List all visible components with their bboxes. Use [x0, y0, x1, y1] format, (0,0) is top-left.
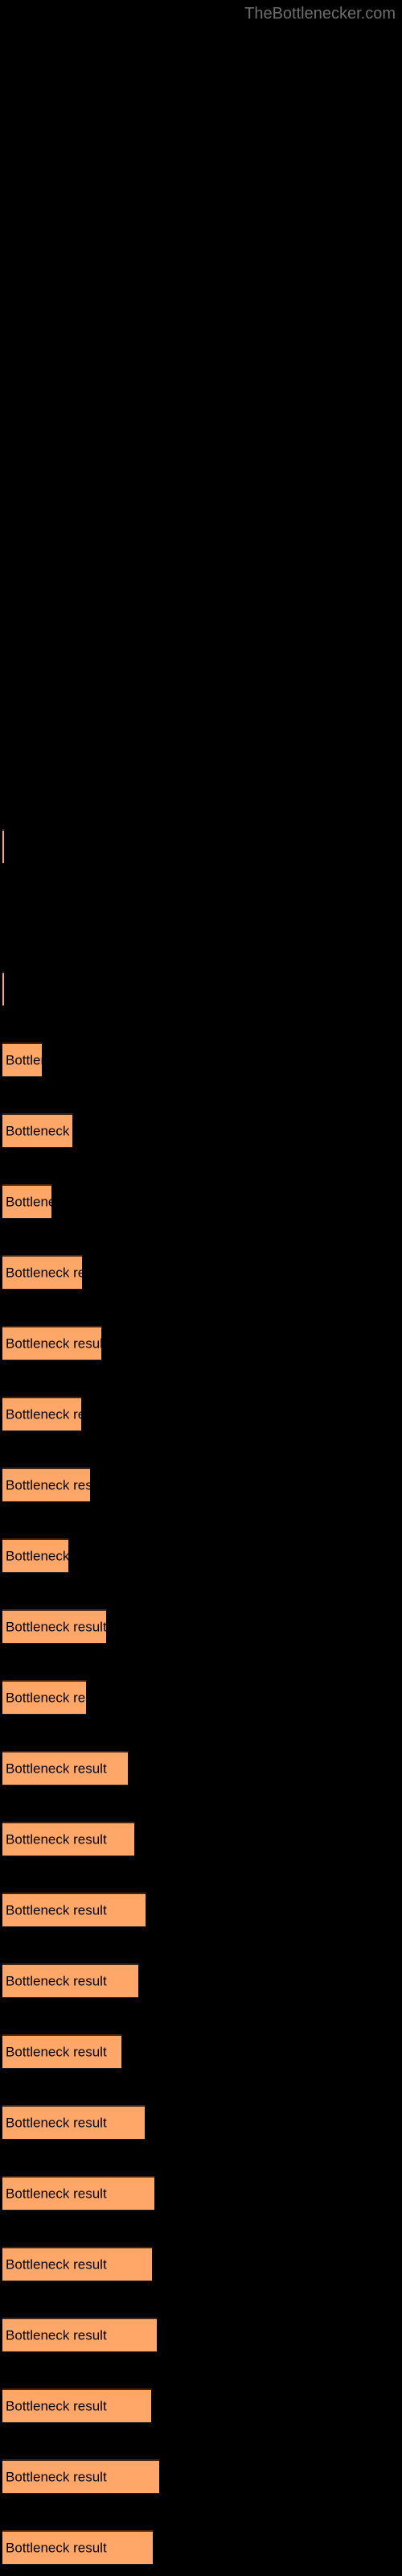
bar-row: Bottleneck result — [0, 1751, 402, 1785]
bar-label: Bottleneck result — [6, 1194, 51, 1210]
bar-label: Bottleneck result — [6, 1619, 107, 1635]
bar-row: Bottleneck result — [0, 2459, 402, 2494]
bar-row: Bottleneck result — [0, 1680, 402, 1715]
bar-label: Bottleneck result — [6, 1690, 86, 1706]
bar-row: Bottleneck result — [0, 2176, 402, 2211]
bar-label: Bottleneck result — [6, 1477, 91, 1493]
bar-row: Bottleneck result — [0, 1326, 402, 1360]
bar[interactable]: Bottleneck result — [2, 1042, 43, 1077]
bar-row: Bottleneck result — [0, 1468, 402, 1502]
bar[interactable]: Bottleneck result — [2, 1963, 139, 1998]
bar[interactable]: Bottleneck result — [2, 1397, 82, 1431]
bar-row: Bottleneck result — [0, 829, 402, 864]
bar-row: Bottleneck result — [0, 1042, 402, 1077]
bar[interactable]: Bottleneck result — [2, 1113, 73, 1148]
bar-row: Bottleneck result — [0, 2318, 402, 2352]
bar-label: Bottleneck result — [6, 2044, 107, 2060]
bar-row: Bottleneck result — [0, 1184, 402, 1219]
bottleneck-bar-chart: Bottleneck result Bottleneck result Bottle… — [0, 0, 402, 2576]
bar[interactable]: Bottleneck result — [2, 2388, 152, 2423]
bar[interactable]: Bottleneck result — [2, 2105, 146, 2140]
bar[interactable]: Bottleneck result — [2, 2318, 158, 2352]
bar[interactable]: Bottleneck result — [2, 2530, 154, 2565]
bar[interactable]: Bottleneck result — [2, 1468, 91, 1502]
bar-label: Bottleneck result — [6, 1973, 107, 1989]
bar-row: Bottleneck result — [0, 2105, 402, 2140]
bar-row: Bottleneck result — [0, 1893, 402, 1927]
bar[interactable]: Bottleneck result — [2, 2176, 155, 2211]
bar[interactable]: Bottleneck result — [2, 1680, 87, 1715]
bar[interactable]: Bottleneck result — [2, 1326, 102, 1360]
bar[interactable]: Bottleneck result — [2, 1822, 135, 1856]
bar-row: Bottleneck result — [0, 1822, 402, 1856]
bar-label: Bottleneck result — [6, 2469, 107, 2485]
bar-label: Bottleneck result — [6, 1335, 102, 1352]
bar[interactable]: Bottleneck result — [2, 829, 5, 864]
bar[interactable]: Bottleneck result — [2, 972, 5, 1006]
bar[interactable]: Bottleneck result — [2, 2459, 160, 2494]
bar-label: Bottleneck result — [6, 2540, 107, 2556]
bar-label: Bottleneck result — [6, 1052, 42, 1068]
bar[interactable]: Bottleneck result — [2, 1609, 107, 1644]
bar-row: Bottleneck result — [0, 1255, 402, 1290]
bar-row: Bottleneck result — [0, 2034, 402, 2069]
bar-label: Bottleneck result — [6, 1548, 69, 1564]
bar[interactable]: Bottleneck result — [2, 1255, 83, 1290]
bar[interactable]: Bottleneck result — [2, 2034, 122, 2069]
bar[interactable]: Bottleneck result — [2, 1184, 52, 1219]
bar-row: Bottleneck result — [0, 1538, 402, 1573]
bar-label: Bottleneck result — [6, 2327, 107, 2343]
bar-label: Bottleneck result — [6, 2186, 107, 2202]
bar-label: Bottleneck result — [6, 2398, 107, 2414]
bar[interactable]: Bottleneck result — [2, 2247, 153, 2281]
bar-label: Bottleneck result — [6, 1902, 107, 1918]
bar-row: Bottleneck result — [0, 972, 402, 1006]
bar-row: Bottleneck result — [0, 1609, 402, 1644]
bar-label: Bottleneck result — [6, 2115, 107, 2131]
bar-row: Bottleneck result — [0, 1963, 402, 1998]
bar[interactable]: Bottleneck result — [2, 1893, 146, 1927]
bar-row: Bottleneck result — [0, 2388, 402, 2423]
bar-label: Bottleneck result — [6, 1831, 107, 1847]
bar-row: Bottleneck result — [0, 1397, 402, 1431]
bar-label: Bottleneck result — [6, 2256, 107, 2273]
bar[interactable]: Bottleneck result — [2, 1751, 129, 1785]
bar-row: Bottleneck result — [0, 2530, 402, 2565]
bar-row: Bottleneck result — [0, 2247, 402, 2281]
bar-row: Bottleneck result — [0, 1113, 402, 1148]
bar[interactable]: Bottleneck result — [2, 1538, 69, 1573]
bar-label: Bottleneck result — [6, 1265, 82, 1281]
bar-label: Bottleneck result — [6, 1761, 107, 1777]
bar-label: Bottleneck result — [6, 1406, 81, 1422]
bar-label: Bottleneck result — [6, 1123, 72, 1139]
